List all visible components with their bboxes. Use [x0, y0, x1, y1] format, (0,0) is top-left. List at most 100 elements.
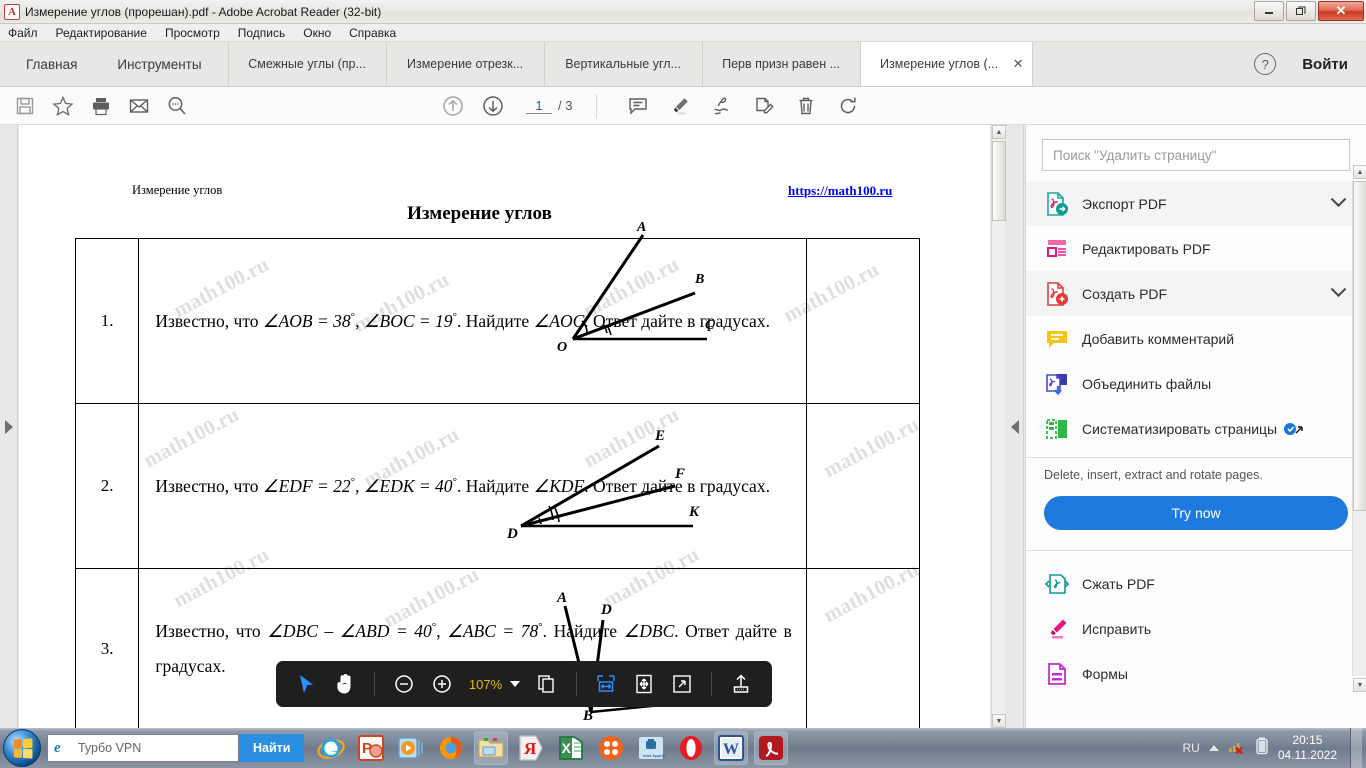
chevron-right-icon[interactable] — [4, 419, 13, 434]
minimize-button[interactable] — [1254, 1, 1284, 21]
network-icon[interactable] — [1228, 738, 1246, 759]
scroll-up-icon[interactable]: ▲ — [992, 125, 1006, 139]
close-icon[interactable]: ✕ — [1013, 56, 1024, 72]
menu-help[interactable]: Справка — [349, 26, 396, 40]
highlight-icon[interactable] — [667, 93, 693, 119]
delete-icon[interactable] — [793, 93, 819, 119]
hand-icon[interactable] — [328, 667, 362, 701]
zoom-out-icon[interactable] — [387, 667, 421, 701]
left-panel-toggle[interactable] — [0, 125, 18, 728]
scroll-down-icon[interactable]: ▼ — [992, 714, 1006, 728]
yandex-browser-icon[interactable]: Я — [514, 731, 548, 765]
windows-start-icon[interactable] — [3, 729, 41, 767]
menu-file[interactable]: Файл — [8, 26, 38, 40]
menu-edit[interactable]: Редактирование — [56, 26, 147, 40]
zoom-search-icon[interactable] — [164, 93, 190, 119]
answer-cell[interactable] — [805, 238, 921, 404]
tool-forms[interactable]: Формы — [1026, 651, 1366, 696]
scrollbar-thumb[interactable] — [1353, 181, 1366, 511]
email-icon[interactable] — [126, 93, 152, 119]
tab-izmerenie-uglov[interactable]: Измерение углов (... ✕ — [860, 42, 1033, 86]
tab-izmerenie-otrezk[interactable]: Измерение отрезк... — [387, 42, 545, 86]
word-icon[interactable]: W — [714, 731, 749, 765]
tool-add-comment[interactable]: Добавить комментарий — [1026, 316, 1366, 361]
menu-window[interactable]: Окно — [303, 26, 331, 40]
fix-highlight-icon — [1044, 616, 1070, 642]
print-icon[interactable] — [88, 93, 114, 119]
tab-vertikalnye-ugly[interactable]: Вертикальные угл... — [545, 42, 703, 86]
opera-icon[interactable] — [674, 731, 708, 765]
close-button[interactable]: ✕ — [1318, 1, 1364, 21]
tools-search-box[interactable] — [1042, 139, 1350, 171]
tool-compress-pdf[interactable]: Сжать PDF — [1026, 561, 1366, 606]
menu-sign[interactable]: Подпись — [238, 26, 286, 40]
nav-tools[interactable]: Инструменты — [97, 57, 221, 72]
rotate-icon[interactable] — [835, 93, 861, 119]
search-input[interactable]: Турбо VPN — [78, 741, 238, 755]
intel-appup-icon[interactable]: Intel AppUp — [634, 731, 668, 765]
scrollbar-thumb[interactable] — [992, 141, 1006, 221]
problem-number: 1. — [74, 238, 140, 404]
right-panel-toggle[interactable] — [1006, 125, 1024, 728]
sign-icon[interactable] — [709, 93, 735, 119]
language-indicator[interactable]: RU — [1182, 741, 1199, 755]
fit-width-icon[interactable] — [589, 667, 623, 701]
scroll-up-icon[interactable]: ▲ — [1353, 165, 1366, 179]
next-page-icon[interactable] — [480, 93, 506, 119]
tool-export-pdf[interactable]: Экспорт PDF — [1026, 181, 1366, 226]
chevron-left-icon[interactable] — [1010, 419, 1019, 434]
page-scrollbar[interactable]: ▲ ▼ — [991, 125, 1006, 728]
fit-page-icon[interactable] — [627, 667, 661, 701]
previous-page-icon[interactable] — [440, 93, 466, 119]
zoom-in-icon[interactable] — [425, 667, 459, 701]
stamp-icon[interactable] — [751, 93, 777, 119]
save-icon[interactable] — [12, 93, 38, 119]
firefox-icon[interactable] — [434, 731, 468, 765]
help-icon[interactable]: ? — [1254, 53, 1277, 75]
vpn-search-box[interactable]: e Турбо VPN — [47, 734, 239, 762]
signin-button[interactable]: Войти — [1302, 56, 1348, 73]
chevron-down-icon[interactable] — [1330, 191, 1347, 208]
comment-icon[interactable] — [625, 93, 651, 119]
tool-edit-pdf[interactable]: Редактировать PDF — [1026, 226, 1366, 271]
tool-organize-pages[interactable]: Систематизировать страницы — [1026, 406, 1366, 451]
scroll-down-icon[interactable]: ▼ — [1353, 678, 1366, 692]
star-icon[interactable] — [50, 93, 76, 119]
cursor-icon[interactable] — [290, 667, 324, 701]
search-input[interactable] — [1053, 147, 1339, 163]
tool-create-pdf[interactable]: Создать PDF — [1026, 271, 1366, 316]
page-view-icon[interactable] — [530, 667, 564, 701]
answer-cell[interactable] — [805, 568, 921, 728]
chevron-down-icon[interactable] — [1330, 281, 1347, 298]
show-hidden-icons-icon[interactable] — [1208, 745, 1219, 751]
orange-circles-icon[interactable] — [594, 731, 628, 765]
page-header-link[interactable]: https://math100.ru — [788, 183, 892, 199]
tool-fix-highlight[interactable]: Исправить — [1026, 606, 1366, 651]
pdf-page-canvas[interactable]: math100.ru math100.ru math100.ru math100… — [19, 125, 990, 728]
tool-combine-files[interactable]: Объединить файлы — [1026, 361, 1366, 406]
tab-smezhnye-ugly[interactable]: Смежные углы (пр... — [229, 42, 387, 86]
acrobat-reader-icon[interactable] — [754, 731, 789, 765]
zoom-level-dropdown[interactable]: 107% — [463, 677, 526, 692]
expand-icon[interactable] — [665, 667, 699, 701]
create-pdf-icon — [1044, 281, 1070, 307]
find-button[interactable]: Найти — [239, 734, 305, 762]
show-desktop-button[interactable] — [1350, 728, 1362, 768]
try-now-button[interactable]: Try now — [1044, 496, 1348, 530]
clock[interactable]: 20:15 04.11.2022 — [1278, 733, 1337, 763]
internet-explorer-icon[interactable] — [314, 731, 348, 765]
share-icon[interactable] — [724, 667, 758, 701]
panel-scrollbar[interactable]: ▲ ▼ — [1352, 165, 1366, 692]
nav-home[interactable]: Главная — [6, 57, 97, 72]
chevron-down-icon[interactable] — [510, 681, 521, 687]
media-player-icon[interactable] — [394, 731, 428, 765]
menu-view[interactable]: Просмотр — [165, 26, 220, 40]
answer-cell[interactable] — [805, 403, 921, 569]
excel-icon[interactable]: X — [554, 731, 588, 765]
page-number-input[interactable] — [526, 97, 552, 114]
powerpoint-icon[interactable]: P — [354, 731, 388, 765]
restore-button[interactable] — [1286, 1, 1316, 21]
tab-perv-prizn-raven[interactable]: Перв призн равен ... — [703, 42, 861, 86]
battery-icon[interactable] — [1255, 737, 1269, 760]
file-explorer-icon[interactable] — [474, 731, 509, 765]
